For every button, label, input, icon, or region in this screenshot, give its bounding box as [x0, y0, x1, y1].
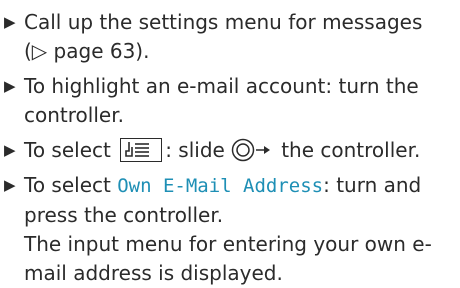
page-reference: (▷ page 63).: [24, 39, 150, 63]
bullet-triangle-icon: ▶: [4, 13, 16, 31]
list-item: ▶ To select : slide the controller.: [0, 136, 452, 170]
list-item: ▶ Call up the settings menu for messages…: [0, 8, 452, 66]
step-text: press the controller.: [24, 203, 224, 227]
instruction-list: ▶ Call up the settings menu for messages…: [0, 0, 460, 285]
step-text: Call up the settings menu for messages: [24, 10, 423, 34]
bullet-triangle-icon: ▶: [4, 176, 16, 194]
step-text: controller.: [24, 103, 124, 127]
step-text-suffix: the controller.: [281, 138, 421, 162]
menu-settings-icon: [120, 138, 163, 162]
list-item: ▶ To select Own E-Mail Address: turn and…: [0, 171, 452, 288]
controller-slide-right-icon: [231, 138, 273, 170]
bullet-triangle-icon: ▶: [4, 77, 16, 95]
step-text: To highlight an e-mail account: turn the: [24, 74, 419, 98]
list-item: ▶ To highlight an e-mail account: turn t…: [0, 72, 452, 130]
step-text-suffix: : turn and: [323, 173, 422, 197]
step-text: To select : slide the controller.: [24, 136, 452, 170]
bullet-triangle-icon: ▶: [4, 141, 16, 159]
step-text-prefix: To select: [24, 173, 111, 197]
step-text-middle: : slide: [165, 138, 225, 162]
step-text: To select Own E-Mail Address: turn and: [24, 171, 452, 201]
menu-item-label: Own E-Mail Address: [117, 175, 324, 197]
step-text-prefix: To select: [24, 138, 111, 162]
result-text: The input menu for entering your own e-: [24, 232, 432, 256]
